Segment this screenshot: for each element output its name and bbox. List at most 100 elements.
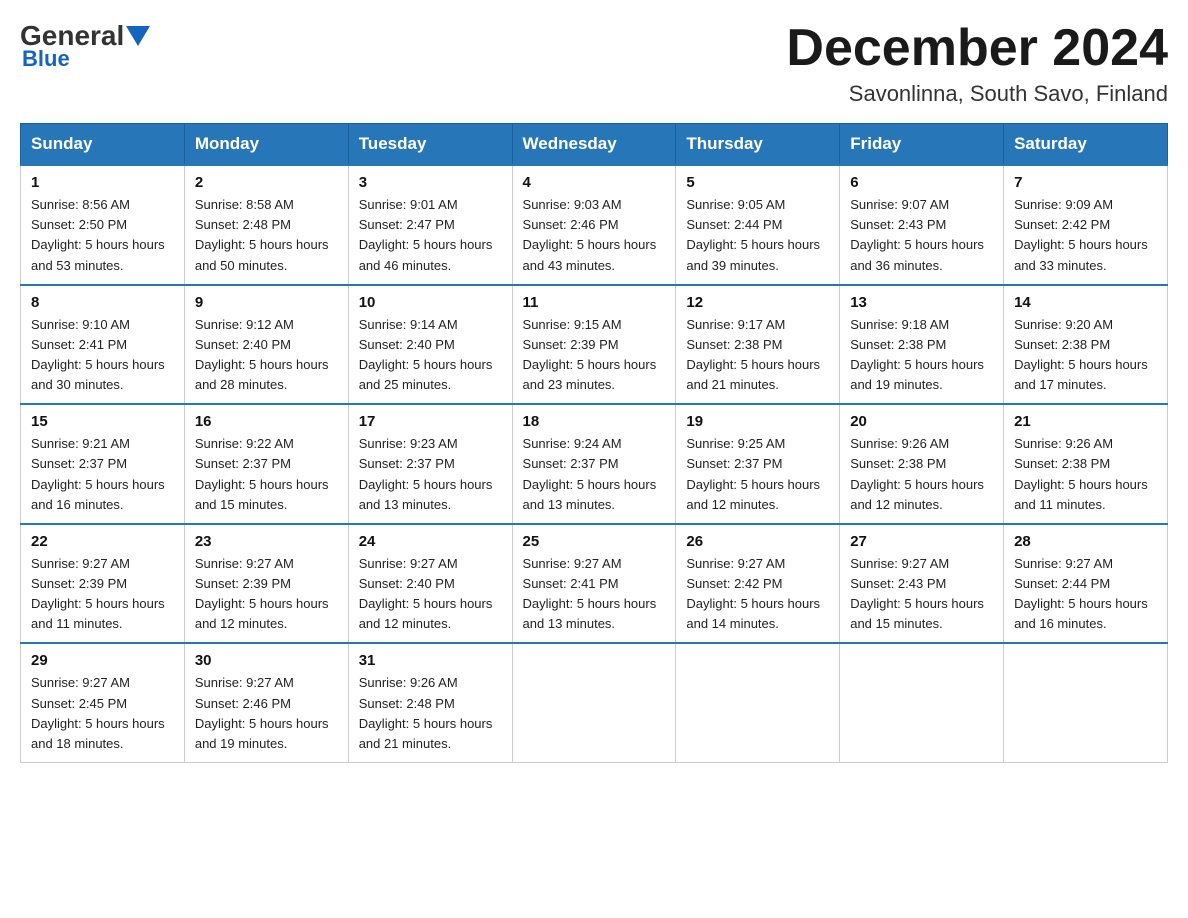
calendar-cell: 22 Sunrise: 9:27 AMSunset: 2:39 PMDaylig…	[21, 524, 185, 644]
day-info: Sunrise: 9:26 AMSunset: 2:48 PMDaylight:…	[359, 673, 502, 754]
calendar-cell: 24 Sunrise: 9:27 AMSunset: 2:40 PMDaylig…	[348, 524, 512, 644]
day-info: Sunrise: 9:01 AMSunset: 2:47 PMDaylight:…	[359, 195, 502, 276]
day-info: Sunrise: 9:27 AMSunset: 2:46 PMDaylight:…	[195, 673, 338, 754]
day-number: 20	[850, 413, 993, 430]
calendar-cell: 1 Sunrise: 8:56 AMSunset: 2:50 PMDayligh…	[21, 165, 185, 285]
month-title: December 2024	[786, 20, 1168, 77]
day-info: Sunrise: 9:05 AMSunset: 2:44 PMDaylight:…	[686, 195, 829, 276]
logo: General Blue	[20, 20, 152, 72]
calendar-cell: 10 Sunrise: 9:14 AMSunset: 2:40 PMDaylig…	[348, 285, 512, 405]
day-number: 17	[359, 413, 502, 430]
calendar-cell: 30 Sunrise: 9:27 AMSunset: 2:46 PMDaylig…	[184, 643, 348, 762]
calendar-cell: 29 Sunrise: 9:27 AMSunset: 2:45 PMDaylig…	[21, 643, 185, 762]
calendar-table: Sunday Monday Tuesday Wednesday Thursday…	[20, 123, 1168, 763]
day-number: 29	[31, 652, 174, 669]
location-text: Savonlinna, South Savo, Finland	[786, 81, 1168, 107]
title-section: December 2024 Savonlinna, South Savo, Fi…	[786, 20, 1168, 107]
day-info: Sunrise: 9:17 AMSunset: 2:38 PMDaylight:…	[686, 315, 829, 396]
calendar-cell: 6 Sunrise: 9:07 AMSunset: 2:43 PMDayligh…	[840, 165, 1004, 285]
day-info: Sunrise: 9:24 AMSunset: 2:37 PMDaylight:…	[523, 434, 666, 515]
day-info: Sunrise: 9:12 AMSunset: 2:40 PMDaylight:…	[195, 315, 338, 396]
day-number: 2	[195, 174, 338, 191]
day-info: Sunrise: 9:20 AMSunset: 2:38 PMDaylight:…	[1014, 315, 1157, 396]
week-row-1: 1 Sunrise: 8:56 AMSunset: 2:50 PMDayligh…	[21, 165, 1168, 285]
calendar-cell: 17 Sunrise: 9:23 AMSunset: 2:37 PMDaylig…	[348, 404, 512, 524]
day-info: Sunrise: 9:03 AMSunset: 2:46 PMDaylight:…	[523, 195, 666, 276]
calendar-body: 1 Sunrise: 8:56 AMSunset: 2:50 PMDayligh…	[21, 165, 1168, 762]
day-number: 19	[686, 413, 829, 430]
logo-blue-text: Blue	[22, 46, 70, 72]
day-info: Sunrise: 9:09 AMSunset: 2:42 PMDaylight:…	[1014, 195, 1157, 276]
day-number: 5	[686, 174, 829, 191]
day-info: Sunrise: 9:26 AMSunset: 2:38 PMDaylight:…	[1014, 434, 1157, 515]
calendar-cell: 25 Sunrise: 9:27 AMSunset: 2:41 PMDaylig…	[512, 524, 676, 644]
calendar-cell: 26 Sunrise: 9:27 AMSunset: 2:42 PMDaylig…	[676, 524, 840, 644]
day-number: 10	[359, 294, 502, 311]
calendar-cell	[676, 643, 840, 762]
logo-triangle-icon	[126, 26, 150, 46]
calendar-cell: 2 Sunrise: 8:58 AMSunset: 2:48 PMDayligh…	[184, 165, 348, 285]
day-info: Sunrise: 8:58 AMSunset: 2:48 PMDaylight:…	[195, 195, 338, 276]
day-info: Sunrise: 9:22 AMSunset: 2:37 PMDaylight:…	[195, 434, 338, 515]
week-row-2: 8 Sunrise: 9:10 AMSunset: 2:41 PMDayligh…	[21, 285, 1168, 405]
calendar-cell: 9 Sunrise: 9:12 AMSunset: 2:40 PMDayligh…	[184, 285, 348, 405]
calendar-cell: 19 Sunrise: 9:25 AMSunset: 2:37 PMDaylig…	[676, 404, 840, 524]
calendar-header-row: Sunday Monday Tuesday Wednesday Thursday…	[21, 124, 1168, 166]
day-number: 31	[359, 652, 502, 669]
calendar-cell: 5 Sunrise: 9:05 AMSunset: 2:44 PMDayligh…	[676, 165, 840, 285]
day-info: Sunrise: 9:25 AMSunset: 2:37 PMDaylight:…	[686, 434, 829, 515]
calendar-cell: 27 Sunrise: 9:27 AMSunset: 2:43 PMDaylig…	[840, 524, 1004, 644]
calendar-cell: 31 Sunrise: 9:26 AMSunset: 2:48 PMDaylig…	[348, 643, 512, 762]
day-number: 4	[523, 174, 666, 191]
day-info: Sunrise: 9:21 AMSunset: 2:37 PMDaylight:…	[31, 434, 174, 515]
day-info: Sunrise: 9:27 AMSunset: 2:45 PMDaylight:…	[31, 673, 174, 754]
day-number: 24	[359, 533, 502, 550]
day-info: Sunrise: 9:27 AMSunset: 2:43 PMDaylight:…	[850, 554, 993, 635]
calendar-cell: 21 Sunrise: 9:26 AMSunset: 2:38 PMDaylig…	[1004, 404, 1168, 524]
day-info: Sunrise: 9:23 AMSunset: 2:37 PMDaylight:…	[359, 434, 502, 515]
calendar-cell	[840, 643, 1004, 762]
day-number: 7	[1014, 174, 1157, 191]
week-row-5: 29 Sunrise: 9:27 AMSunset: 2:45 PMDaylig…	[21, 643, 1168, 762]
day-number: 13	[850, 294, 993, 311]
calendar-cell	[512, 643, 676, 762]
day-info: Sunrise: 9:18 AMSunset: 2:38 PMDaylight:…	[850, 315, 993, 396]
day-number: 1	[31, 174, 174, 191]
calendar-cell: 14 Sunrise: 9:20 AMSunset: 2:38 PMDaylig…	[1004, 285, 1168, 405]
calendar-cell: 3 Sunrise: 9:01 AMSunset: 2:47 PMDayligh…	[348, 165, 512, 285]
calendar-cell: 28 Sunrise: 9:27 AMSunset: 2:44 PMDaylig…	[1004, 524, 1168, 644]
day-info: Sunrise: 9:27 AMSunset: 2:44 PMDaylight:…	[1014, 554, 1157, 635]
day-number: 30	[195, 652, 338, 669]
day-info: Sunrise: 9:10 AMSunset: 2:41 PMDaylight:…	[31, 315, 174, 396]
calendar-cell: 13 Sunrise: 9:18 AMSunset: 2:38 PMDaylig…	[840, 285, 1004, 405]
col-saturday: Saturday	[1004, 124, 1168, 166]
day-number: 3	[359, 174, 502, 191]
day-number: 16	[195, 413, 338, 430]
day-info: Sunrise: 9:07 AMSunset: 2:43 PMDaylight:…	[850, 195, 993, 276]
day-info: Sunrise: 9:27 AMSunset: 2:40 PMDaylight:…	[359, 554, 502, 635]
day-number: 27	[850, 533, 993, 550]
day-info: Sunrise: 9:26 AMSunset: 2:38 PMDaylight:…	[850, 434, 993, 515]
col-thursday: Thursday	[676, 124, 840, 166]
calendar-cell: 18 Sunrise: 9:24 AMSunset: 2:37 PMDaylig…	[512, 404, 676, 524]
calendar-cell: 20 Sunrise: 9:26 AMSunset: 2:38 PMDaylig…	[840, 404, 1004, 524]
day-number: 11	[523, 294, 666, 311]
day-number: 6	[850, 174, 993, 191]
day-info: Sunrise: 9:14 AMSunset: 2:40 PMDaylight:…	[359, 315, 502, 396]
day-number: 9	[195, 294, 338, 311]
day-info: Sunrise: 9:15 AMSunset: 2:39 PMDaylight:…	[523, 315, 666, 396]
day-number: 26	[686, 533, 829, 550]
calendar-cell: 12 Sunrise: 9:17 AMSunset: 2:38 PMDaylig…	[676, 285, 840, 405]
week-row-3: 15 Sunrise: 9:21 AMSunset: 2:37 PMDaylig…	[21, 404, 1168, 524]
calendar-cell: 11 Sunrise: 9:15 AMSunset: 2:39 PMDaylig…	[512, 285, 676, 405]
day-info: Sunrise: 9:27 AMSunset: 2:42 PMDaylight:…	[686, 554, 829, 635]
day-number: 15	[31, 413, 174, 430]
calendar-cell	[1004, 643, 1168, 762]
day-info: Sunrise: 9:27 AMSunset: 2:39 PMDaylight:…	[31, 554, 174, 635]
col-friday: Friday	[840, 124, 1004, 166]
calendar-cell: 8 Sunrise: 9:10 AMSunset: 2:41 PMDayligh…	[21, 285, 185, 405]
col-sunday: Sunday	[21, 124, 185, 166]
day-info: Sunrise: 9:27 AMSunset: 2:41 PMDaylight:…	[523, 554, 666, 635]
day-number: 14	[1014, 294, 1157, 311]
day-info: Sunrise: 8:56 AMSunset: 2:50 PMDaylight:…	[31, 195, 174, 276]
